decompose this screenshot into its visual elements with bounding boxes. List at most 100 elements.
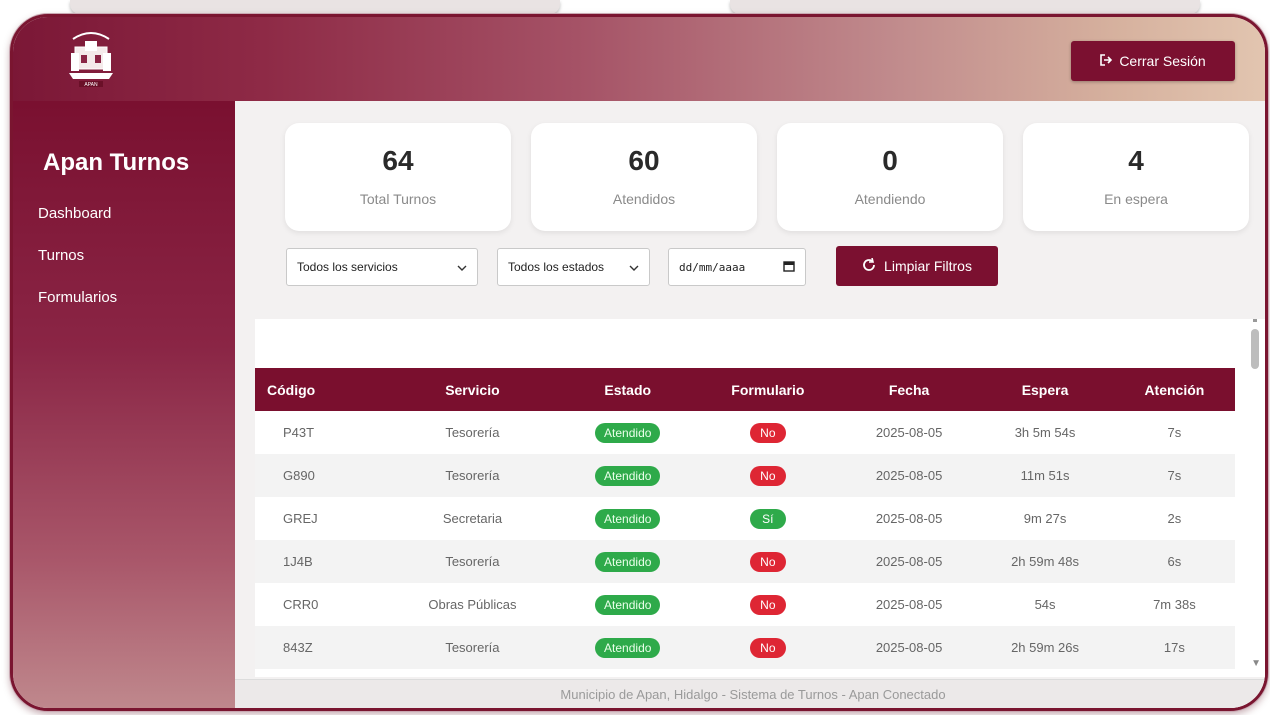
cell-formulario: No xyxy=(694,540,842,583)
column-header-estado[interactable]: Estado xyxy=(562,368,694,411)
cell-estado: Atendido xyxy=(562,497,694,540)
column-header-atencion[interactable]: Atención xyxy=(1114,368,1235,411)
cell-espera: 11m 51s xyxy=(1020,468,1070,483)
status-badge: Atendido xyxy=(595,465,661,486)
service-filter-value: Todos los servicios xyxy=(297,260,398,274)
stat-label: Total Turnos xyxy=(359,191,437,207)
cell-espera: 3h 5m 54s xyxy=(1014,425,1076,440)
service-filter-select[interactable]: Todos los servicios xyxy=(286,248,478,286)
app-window: APAN Cerrar Sesión Apan Turnos Dashboard… xyxy=(10,14,1268,711)
cell-servicio: Tesorería xyxy=(445,425,500,440)
cell-espera: 2h 59m 48s xyxy=(1011,554,1080,569)
cell-codigo: CRR0 xyxy=(283,597,319,612)
form-badge: Sí xyxy=(749,508,786,529)
cell-espera: 9m 27s xyxy=(1023,511,1067,526)
table-row[interactable]: G890 Tesorería Atendido No 2025-08-05 11… xyxy=(255,454,1235,497)
scrollbar-thumb[interactable] xyxy=(1251,329,1259,369)
status-badge: Atendido xyxy=(595,637,661,658)
sidebar: Apan Turnos Dashboard Turnos Formularios xyxy=(13,101,235,708)
chevron-down-icon xyxy=(457,260,467,274)
cell-espera: 54s xyxy=(1034,597,1056,612)
sidebar-item-dashboard[interactable]: Dashboard xyxy=(38,205,111,222)
cell-fecha: 2025-08-05 xyxy=(875,425,943,440)
table-header-row: Código Servicio Estado Formulario Fecha … xyxy=(255,368,1235,411)
cell-fecha: 2025-08-05 xyxy=(875,511,943,526)
date-filter-input[interactable]: dd/mm/aaaa xyxy=(668,248,806,286)
scroll-up-arrow[interactable] xyxy=(1253,319,1257,322)
turnos-table-panel[interactable]: ▼ Código Servicio Estado Formulario Fech… xyxy=(255,319,1265,677)
form-badge: No xyxy=(749,594,786,615)
cell-formulario: No xyxy=(694,626,842,669)
cell-fecha: 2025-08-05 xyxy=(875,554,943,569)
logout-button[interactable]: Cerrar Sesión xyxy=(1071,41,1235,81)
column-header-codigo[interactable]: Código xyxy=(255,368,383,411)
cell-estado: Atendido xyxy=(562,540,694,583)
cell-estado: Atendido xyxy=(562,454,694,497)
stat-label: Atendidos xyxy=(612,191,676,207)
column-header-fecha[interactable]: Fecha xyxy=(842,368,977,411)
stat-value: 60 xyxy=(628,145,660,176)
scroll-down-arrow[interactable]: ▼ xyxy=(1251,658,1261,669)
clear-filters-label: Limpiar Filtros xyxy=(884,258,972,274)
cell-codigo: G890 xyxy=(283,468,315,483)
clear-filters-button[interactable]: Limpiar Filtros xyxy=(836,246,998,286)
form-badge: No xyxy=(749,551,786,572)
status-badge: Atendido xyxy=(595,551,661,572)
stat-label: Atendiendo xyxy=(854,191,926,207)
logout-label: Cerrar Sesión xyxy=(1119,53,1206,69)
status-filter-select[interactable]: Todos los estados xyxy=(497,248,650,286)
stat-card-waiting: 4 En espera xyxy=(1023,123,1249,231)
status-badge: Atendido xyxy=(595,508,661,529)
stat-card-attended: 60 Atendidos xyxy=(531,123,757,231)
stat-value: 64 xyxy=(382,145,414,176)
cell-servicio: Tesorería xyxy=(445,640,500,655)
column-header-espera[interactable]: Espera xyxy=(976,368,1113,411)
cell-fecha: 2025-08-05 xyxy=(875,597,943,612)
stat-card-attending: 0 Atendiendo xyxy=(777,123,1003,231)
page-footer: Municipio de Apan, Hidalgo - Sistema de … xyxy=(235,679,1265,708)
date-filter-placeholder: dd/mm/aaaa xyxy=(679,260,746,274)
turnos-table: Código Servicio Estado Formulario Fecha … xyxy=(255,368,1235,669)
cell-formulario: No xyxy=(694,583,842,626)
cell-fecha: 2025-08-05 xyxy=(875,468,943,483)
cell-formulario: No xyxy=(694,454,842,497)
stat-card-total: 64 Total Turnos xyxy=(285,123,511,231)
cell-servicio: Obras Públicas xyxy=(428,597,517,612)
app-brand: Apan Turnos xyxy=(43,149,190,176)
stat-value: 4 xyxy=(1128,145,1144,176)
cell-atencion: 7s xyxy=(1167,468,1182,483)
chevron-down-icon xyxy=(629,260,639,274)
form-badge: No xyxy=(749,422,786,443)
cell-estado: Atendido xyxy=(562,411,694,454)
cell-atencion: 2s xyxy=(1167,511,1182,526)
municipal-logo-icon: APAN xyxy=(59,25,123,91)
refresh-icon xyxy=(862,257,876,275)
cell-servicio: Tesorería xyxy=(445,468,500,483)
sidebar-item-turnos[interactable]: Turnos xyxy=(38,247,84,264)
calendar-icon xyxy=(783,260,795,275)
cell-codigo: 1J4B xyxy=(283,554,313,569)
column-header-formulario[interactable]: Formulario xyxy=(694,368,842,411)
status-filter-value: Todos los estados xyxy=(508,260,605,274)
table-row[interactable]: P43T Tesorería Atendido No 2025-08-05 3h… xyxy=(255,411,1235,454)
form-badge: No xyxy=(749,637,786,658)
column-header-servicio[interactable]: Servicio xyxy=(383,368,561,411)
cell-codigo: 843Z xyxy=(283,640,313,655)
cell-atencion: 6s xyxy=(1167,554,1182,569)
logo-text: APAN xyxy=(84,82,98,88)
background-window-left xyxy=(70,0,560,14)
cell-atencion: 7s xyxy=(1167,425,1182,440)
cell-fecha: 2025-08-05 xyxy=(875,640,943,655)
background-window-right xyxy=(730,0,1200,14)
table-row[interactable]: GREJ Secretaria Atendido Sí 2025-08-05 9… xyxy=(255,497,1235,540)
cell-formulario: Sí xyxy=(694,497,842,540)
cell-atencion: 17s xyxy=(1163,640,1185,655)
table-row[interactable]: 843Z Tesorería Atendido No 2025-08-05 2h… xyxy=(255,626,1235,669)
table-row[interactable]: 1J4B Tesorería Atendido No 2025-08-05 2h… xyxy=(255,540,1235,583)
stat-value: 0 xyxy=(882,145,898,176)
table-row[interactable]: CRR0 Obras Públicas Atendido No 2025-08-… xyxy=(255,583,1235,626)
main-content: 64 Total Turnos 60 Atendidos 0 Atendiend… xyxy=(235,101,1265,708)
status-badge: Atendido xyxy=(595,422,661,443)
cell-espera: 2h 59m 26s xyxy=(1011,640,1080,655)
sidebar-item-formularios[interactable]: Formularios xyxy=(38,289,117,306)
